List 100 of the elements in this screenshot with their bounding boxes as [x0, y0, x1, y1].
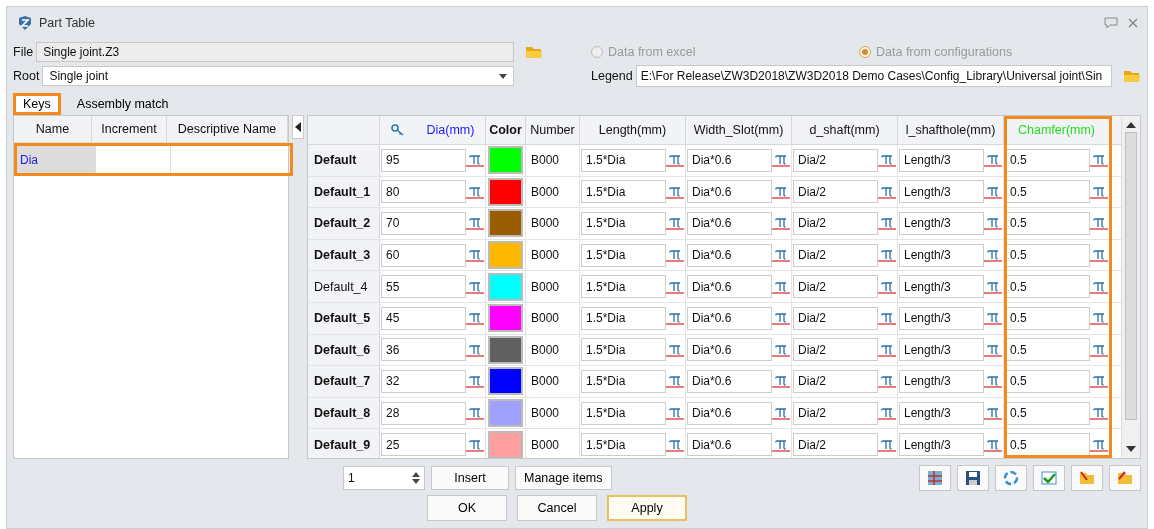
row-header[interactable]: Default_6 [308, 334, 380, 366]
value-field[interactable]: 1.5*Dia [581, 180, 666, 204]
value-field[interactable]: Dia/2 [793, 243, 878, 267]
scrollbar[interactable] [1121, 116, 1140, 458]
pi-icon[interactable] [878, 406, 896, 421]
value-field[interactable]: Dia*0.6 [687, 148, 772, 172]
pi-icon[interactable] [984, 342, 1002, 357]
value-field[interactable]: Dia/2 [793, 338, 878, 362]
collapse-toggle[interactable] [292, 115, 304, 139]
scroll-down-icon[interactable] [1126, 446, 1136, 452]
pi-icon[interactable] [666, 248, 684, 263]
tab[interactable]: Assembly match [66, 93, 179, 115]
pi-icon[interactable] [466, 342, 484, 357]
row-header[interactable]: Default_7 [308, 366, 380, 397]
pi-icon[interactable] [878, 153, 896, 168]
value-field[interactable]: 28 [381, 401, 466, 425]
file-field[interactable]: Single joint.Z3 [36, 42, 514, 62]
value-field[interactable]: 1.5*Dia [581, 275, 666, 299]
value-field[interactable]: Dia*0.6 [687, 369, 772, 393]
pi-icon[interactable] [878, 437, 896, 452]
refresh-icon[interactable] [995, 465, 1027, 491]
pi-icon[interactable] [878, 216, 896, 231]
pi-icon[interactable] [1090, 406, 1108, 421]
pi-icon[interactable] [466, 153, 484, 168]
key-row[interactable]: Dia [14, 143, 293, 176]
value-field[interactable]: 80 [381, 180, 466, 204]
pi-icon[interactable] [878, 342, 896, 357]
value-field[interactable]: 0.5 [1005, 306, 1090, 330]
pi-icon[interactable] [1090, 342, 1108, 357]
color-swatch[interactable] [488, 430, 523, 458]
value-field[interactable]: Dia/2 [793, 275, 878, 299]
value-field[interactable]: 1.5*Dia [581, 306, 666, 330]
dialog-button[interactable]: OK [427, 495, 507, 521]
value-field[interactable]: Dia/2 [793, 180, 878, 204]
pi-icon[interactable] [772, 437, 790, 452]
value-field[interactable]: Length/3 [899, 275, 984, 299]
value-field[interactable]: 25 [381, 433, 466, 457]
row-header[interactable]: Default_1 [308, 176, 380, 208]
value-field[interactable]: 1.5*Dia [581, 243, 666, 267]
row-header[interactable]: Default [308, 145, 380, 176]
value-field[interactable]: Dia*0.6 [687, 180, 772, 204]
pi-icon[interactable] [878, 374, 896, 389]
row-header[interactable]: Default_8 [308, 397, 380, 429]
value-field[interactable]: 1.5*Dia [581, 212, 666, 235]
pi-icon[interactable] [878, 279, 896, 294]
save-icon[interactable] [957, 465, 989, 491]
folder-import-icon[interactable] [1109, 465, 1141, 491]
color-swatch[interactable] [488, 177, 523, 206]
pi-icon[interactable] [666, 279, 684, 294]
value-field[interactable]: 55 [381, 275, 466, 299]
comment-icon[interactable] [1103, 16, 1119, 30]
pi-icon[interactable] [984, 406, 1002, 421]
pi-icon[interactable] [772, 216, 790, 231]
value-field[interactable]: Length/3 [899, 433, 984, 457]
pi-icon[interactable] [878, 311, 896, 326]
pi-icon[interactable] [984, 374, 1002, 389]
dialog-button[interactable]: Cancel [517, 495, 597, 521]
value-field[interactable]: Length/3 [899, 338, 984, 362]
value-field[interactable]: Length/3 [899, 180, 984, 204]
pi-icon[interactable] [984, 248, 1002, 263]
value-field[interactable]: 1.5*Dia [581, 338, 666, 362]
pi-icon[interactable] [466, 279, 484, 294]
value-field[interactable]: Length/3 [899, 148, 984, 172]
value-field[interactable]: Length/3 [899, 243, 984, 267]
value-field[interactable]: Length/3 [899, 401, 984, 425]
color-swatch[interactable] [488, 367, 523, 396]
dialog-button[interactable]: Apply [607, 495, 687, 521]
value-field[interactable]: Dia/2 [793, 212, 878, 235]
pi-icon[interactable] [878, 184, 896, 199]
value-field[interactable]: 36 [381, 338, 466, 362]
color-swatch[interactable] [488, 146, 523, 175]
pi-icon[interactable] [1090, 184, 1108, 199]
manage-items-button[interactable]: Manage items [515, 466, 612, 490]
value-field[interactable]: 1.5*Dia [581, 401, 666, 425]
value-field[interactable]: Length/3 [899, 306, 984, 330]
value-field[interactable]: 32 [381, 369, 466, 393]
count-spinner[interactable]: 1 [343, 466, 425, 490]
pi-icon[interactable] [984, 153, 1002, 168]
value-field[interactable]: 0.5 [1005, 401, 1090, 425]
close-icon[interactable] [1125, 16, 1141, 30]
value-field[interactable]: Dia/2 [793, 401, 878, 425]
value-field[interactable]: 0.5 [1005, 275, 1090, 299]
value-field[interactable]: Length/3 [899, 212, 984, 235]
color-swatch[interactable] [488, 335, 523, 364]
value-field[interactable]: 1.5*Dia [581, 433, 666, 457]
pi-icon[interactable] [984, 311, 1002, 326]
pi-icon[interactable] [466, 248, 484, 263]
insert-button[interactable]: Insert [431, 466, 509, 490]
pi-icon[interactable] [466, 311, 484, 326]
value-field[interactable]: Dia/2 [793, 306, 878, 330]
value-field[interactable]: Dia/2 [793, 369, 878, 393]
value-field[interactable]: 1.5*Dia [581, 148, 666, 172]
pi-icon[interactable] [666, 342, 684, 357]
pi-icon[interactable] [1090, 279, 1108, 294]
pi-icon[interactable] [666, 406, 684, 421]
value-field[interactable]: Dia*0.6 [687, 338, 772, 362]
row-header[interactable]: Default_5 [308, 302, 380, 334]
pi-icon[interactable] [984, 437, 1002, 452]
pi-icon[interactable] [1090, 216, 1108, 231]
pi-icon[interactable] [772, 153, 790, 168]
